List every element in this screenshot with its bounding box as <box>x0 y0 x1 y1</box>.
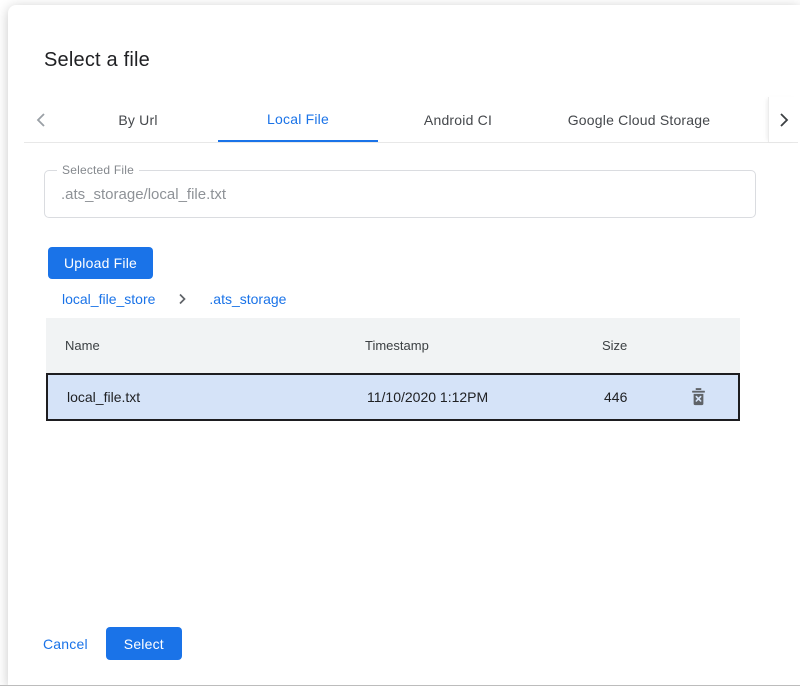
tab-local-file[interactable]: Local File <box>218 97 378 142</box>
breadcrumb-chevron-icon <box>177 293 187 305</box>
tab-bar: By Url Local File Android CI Google Clou… <box>24 97 798 143</box>
file-size-cell: 446 <box>604 389 674 405</box>
chevron-right-icon <box>777 112 791 128</box>
dialog-footer: Cancel Select <box>43 627 182 660</box>
tab-google-cloud-storage[interactable]: Google Cloud Storage <box>538 97 740 142</box>
tab-by-url[interactable]: By Url <box>58 97 218 142</box>
breadcrumb-link-ats-storage[interactable]: .ats_storage <box>209 291 286 307</box>
delete-file-button[interactable] <box>686 385 710 409</box>
file-name-cell: local_file.txt <box>48 389 367 405</box>
column-header-name: Name <box>46 338 365 353</box>
table-header-row: Name Timestamp Size <box>46 318 740 373</box>
file-timestamp-cell: 11/10/2020 1:12PM <box>367 389 604 405</box>
chevron-left-icon <box>34 112 48 128</box>
selected-file-input[interactable] <box>45 171 755 217</box>
breadcrumb-link-local-file-store[interactable]: local_file_store <box>62 291 155 307</box>
column-header-size: Size <box>602 338 672 353</box>
table-row[interactable]: local_file.txt 11/10/2020 1:12PM 446 <box>46 373 740 421</box>
select-button[interactable]: Select <box>106 627 182 660</box>
file-table: Name Timestamp Size local_file.txt 11/10… <box>46 318 740 421</box>
tabs-scroll-left-button[interactable] <box>24 97 58 142</box>
selected-file-field: Selected File <box>44 170 756 218</box>
tabs-scroll-right-button[interactable] <box>768 97 798 142</box>
selected-file-field-label: Selected File <box>57 163 139 177</box>
breadcrumb: local_file_store .ats_storage <box>62 291 286 307</box>
upload-file-button[interactable]: Upload File <box>48 247 153 279</box>
tab-android-ci[interactable]: Android CI <box>378 97 538 142</box>
column-header-timestamp: Timestamp <box>365 338 602 353</box>
cancel-button[interactable]: Cancel <box>43 636 88 652</box>
select-file-dialog: Select a file By Url Local File Android … <box>8 5 800 686</box>
trash-delete-icon <box>691 388 706 406</box>
dialog-title: Select a file <box>44 49 150 72</box>
